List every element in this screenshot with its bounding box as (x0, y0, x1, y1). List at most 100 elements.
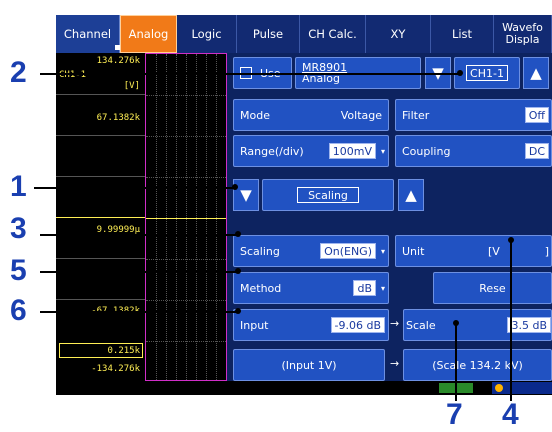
unit-label: Unit (402, 244, 425, 258)
callout-number: 2 (10, 56, 27, 89)
callout-dot (457, 70, 463, 76)
range-value: 100mV (328, 143, 376, 159)
callout-dot (235, 268, 241, 274)
grid-line (146, 136, 226, 137)
grid-line (146, 259, 226, 260)
dropdown-icon: ▾ (380, 283, 385, 293)
callout-leader (34, 187, 234, 189)
y-axis-min: -134.276k (91, 364, 140, 374)
tab-label: Logic (191, 27, 222, 41)
input-1v-display: (Input 1V) (233, 349, 385, 381)
tab-waveform-display[interactable]: Wavefo Displa (494, 15, 552, 53)
input-value: -9.06 dB (330, 317, 385, 333)
grid-line (56, 299, 145, 300)
tab-label: List (451, 27, 473, 41)
filter-value: Off (524, 107, 549, 123)
scale-result-display: (Scale 134.2 kV) (403, 349, 552, 381)
mode-value: Voltage (340, 108, 382, 122)
callout-leader (40, 73, 460, 75)
triangle-up-icon: ▲ (405, 186, 417, 204)
tab-logic[interactable]: Logic (177, 15, 237, 53)
tab-channel[interactable]: Channel (56, 15, 120, 53)
callout-dot (453, 320, 459, 326)
filter-button[interactable]: Filter Off (395, 99, 552, 131)
unit-button[interactable]: Unit [V ] (395, 235, 552, 267)
tab-bar: Channel Analog Logic Pulse CH Calc. XY L… (56, 15, 552, 53)
grid-line (166, 54, 167, 380)
filter-label: Filter (402, 108, 430, 122)
callout-dot (235, 231, 241, 237)
method-label: Method (240, 281, 282, 295)
range-button[interactable]: Range(/div) 100mV ▾ (233, 135, 389, 167)
waveform-area[interactable] (145, 53, 227, 381)
callout-number: 1 (10, 170, 27, 203)
scale-button[interactable]: Scale 3.5 dB (403, 309, 552, 341)
scale-label: Scale (406, 318, 436, 332)
coupling-value: DC (524, 143, 549, 159)
callout-leader (40, 311, 238, 313)
mode-label: Mode (240, 108, 270, 122)
callout-leader (455, 323, 457, 401)
grid-line (196, 54, 197, 380)
triangle-up-icon: ▲ (530, 64, 542, 82)
callout-leader (40, 234, 238, 236)
callout-number: 6 (10, 294, 27, 327)
tab-xy[interactable]: XY (366, 15, 431, 53)
unit-value: [V (488, 244, 500, 258)
callout-leader (40, 271, 238, 273)
coupling-button[interactable]: Coupling DC (395, 135, 552, 167)
grid-line (176, 54, 177, 380)
scaling-section[interactable]: Scaling (262, 179, 394, 211)
reset-button[interactable]: Rese (433, 272, 552, 304)
tab-pulse[interactable]: Pulse (237, 15, 300, 53)
tab-label: XY (390, 27, 406, 41)
channel-next-button[interactable]: ▲ (523, 57, 549, 89)
triangle-down-icon: ▼ (240, 186, 252, 204)
grid-line (146, 177, 226, 178)
scaling-button[interactable]: Scaling On(ENG) ▾ (233, 235, 389, 267)
range-label: Range(/div) (240, 144, 304, 158)
method-value: dB (353, 280, 376, 296)
tab-list[interactable]: List (431, 15, 494, 53)
waveform-trace (146, 218, 226, 219)
input-1v-label: (Input 1V) (281, 358, 337, 372)
dropdown-icon: ▾ (380, 146, 385, 156)
screen: Channel Analog Logic Pulse CH Calc. XY L… (56, 15, 552, 395)
dropdown-icon: ▾ (380, 246, 385, 256)
date-indicator (492, 382, 552, 394)
y-axis-upper: 67.1382k (96, 113, 140, 123)
tab-label: Channel (63, 27, 112, 41)
grid-line (216, 54, 217, 380)
channel-label: CH1-1 (59, 70, 87, 80)
tab-analog[interactable]: Analog (120, 15, 177, 53)
grid-line (56, 258, 145, 259)
grid-line (206, 54, 207, 380)
grid-line (56, 135, 145, 136)
channel-select[interactable]: CH1-1 (454, 57, 520, 89)
input-label: Input (240, 318, 269, 332)
tab-label: Pulse (252, 27, 284, 41)
tab-ch-calc[interactable]: CH Calc. (300, 15, 366, 53)
mode-button[interactable]: Mode Voltage (233, 99, 389, 131)
scaling-value: On(ENG) (320, 243, 376, 259)
unit-value-close: ] (544, 244, 549, 258)
scaling-section-label: Scaling (297, 187, 359, 203)
waveform-scale: CH1-1 [V] 134.276k 67.1382k 9.99999µ -67… (56, 53, 145, 381)
input-button[interactable]: Input -9.06 dB (233, 309, 389, 341)
grid-line (146, 341, 226, 342)
arrow-right-icon: → (390, 317, 400, 330)
coupling-label: Coupling (402, 144, 451, 158)
settings-panel: Use MR8901 Analog ▼ CH1-1 ▲ Mode Voltage… (227, 53, 552, 381)
callout-number: 3 (10, 212, 27, 245)
status-bar (56, 381, 552, 395)
tab-label: Analog (128, 27, 169, 41)
callout-dot (508, 237, 514, 243)
callout-dot (235, 308, 241, 314)
callout-number: 7 (446, 398, 463, 431)
callout-dot (232, 184, 238, 190)
method-button[interactable]: Method dB ▾ (233, 272, 389, 304)
scaling-next-button[interactable]: ▲ (398, 179, 424, 211)
grid-line (146, 95, 226, 96)
scale-value: 3.5 dB (507, 317, 551, 333)
channel-value: CH1-1 (466, 65, 508, 81)
